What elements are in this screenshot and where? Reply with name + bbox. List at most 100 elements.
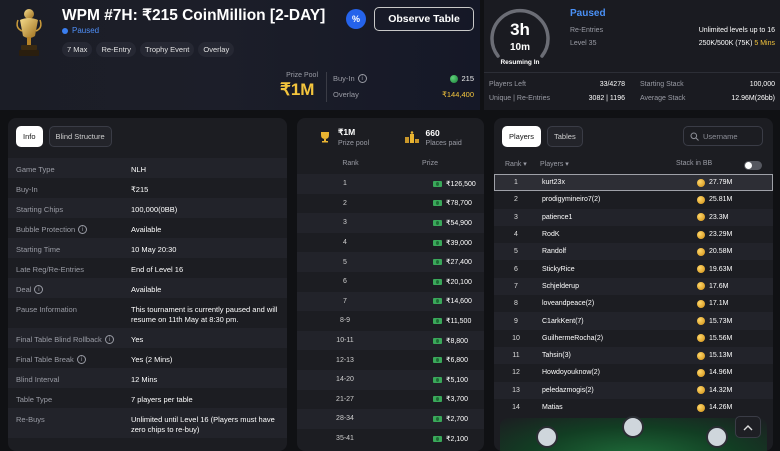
scroll-to-top-button[interactable] bbox=[735, 416, 761, 438]
player-rank: 2 bbox=[514, 196, 518, 204]
info-row: Late Reg/Re-Entries End of Level 16 bbox=[8, 258, 287, 278]
prize-amount-cell: ₹11,500 bbox=[387, 317, 478, 325]
table-row: 8-9 ₹11,500 bbox=[297, 311, 484, 331]
cash-icon bbox=[433, 357, 442, 364]
prize-panel: ₹1M Prize pool 660 Places paid Rank Priz… bbox=[297, 118, 484, 451]
table-row[interactable]: 13 peledazmogis(2) 14.32M bbox=[494, 381, 773, 399]
table-row[interactable]: 4 RodK 23.29M bbox=[494, 226, 773, 243]
table-row: 7 ₹14,600 bbox=[297, 291, 484, 312]
table-row[interactable]: 2 prodigymineiro7(2) 25.81M bbox=[494, 191, 773, 208]
divider bbox=[484, 72, 780, 73]
table-row[interactable]: 12 Howdoyouknow(2) 14.96M bbox=[494, 364, 773, 381]
table-row[interactable]: 8 loveandpeace(2) 17.1M bbox=[494, 295, 773, 312]
coin-icon bbox=[697, 247, 705, 256]
coin-icon bbox=[697, 317, 705, 326]
avatar bbox=[536, 426, 558, 448]
places-paid-summary: 660 Places paid bbox=[391, 118, 484, 156]
table-row[interactable]: 1 kurt23x 27.79M bbox=[494, 174, 773, 192]
overlay-value: ₹144,400 bbox=[442, 90, 474, 99]
player-stack: 14.32M bbox=[709, 386, 733, 394]
info-icon[interactable]: i bbox=[76, 355, 86, 364]
cash-icon bbox=[433, 259, 442, 266]
places-paid-count: 660 bbox=[425, 127, 440, 138]
info-value: Available bbox=[131, 225, 162, 234]
player-stack: 27.79M bbox=[709, 179, 733, 187]
info-key-label: Bubble Protection bbox=[16, 225, 76, 234]
info-row: Re-Buys Unlimited until Level 16 (Players… bbox=[8, 408, 287, 438]
table-row: 12-13 ₹6,800 bbox=[297, 350, 484, 370]
prize-amount: ₹2,700 bbox=[446, 415, 468, 423]
player-rank: 7 bbox=[514, 282, 518, 290]
tab-blind-structure[interactable]: Blind Structure bbox=[48, 126, 112, 147]
player-name: Schjelderup bbox=[542, 282, 579, 290]
table-preview[interactable] bbox=[500, 416, 767, 451]
player-stack-cell: 23.3M bbox=[697, 213, 767, 222]
prize-amount-cell: ₹6,800 bbox=[387, 356, 478, 364]
player-name: loveandpeace(2) bbox=[542, 300, 595, 308]
info-value: 10 May 20:30 bbox=[131, 245, 177, 254]
table-row: 10-11 ₹8,800 bbox=[297, 330, 484, 351]
cash-icon bbox=[433, 317, 442, 324]
col-rank-sortable[interactable]: Rank ▾ bbox=[505, 160, 527, 168]
unique-reentries-label: Unique | Re-Entries bbox=[489, 95, 550, 102]
trophy-icon bbox=[321, 132, 329, 143]
info-row: Buy-In ₹215 bbox=[8, 178, 287, 198]
prize-amount: ₹39,000 bbox=[446, 239, 472, 247]
info-key-label: Late Reg/Re-Entries bbox=[16, 265, 84, 274]
prize-rank: 7 bbox=[343, 297, 347, 305]
table-row: 2 ₹78,700 bbox=[297, 194, 484, 214]
starting-stack-label: Starting Stack bbox=[640, 81, 684, 88]
discount-badge-icon[interactable]: % bbox=[346, 9, 366, 29]
table-row: 35-41 ₹2,100 bbox=[297, 429, 484, 449]
info-row: Bubble Protection i Available bbox=[8, 218, 287, 238]
prize-amount: ₹27,400 bbox=[446, 259, 472, 267]
tab-info[interactable]: Info bbox=[16, 126, 43, 147]
prize-amount: ₹14,600 bbox=[446, 298, 472, 306]
table-row[interactable]: 5 Randolf 20.58M bbox=[494, 243, 773, 261]
info-row: Pause Information This tournament is curr… bbox=[8, 298, 287, 328]
status-text: Paused bbox=[72, 26, 100, 35]
info-key-label: Final Table Blind Rollback bbox=[16, 335, 102, 344]
table-row[interactable]: 7 Schjelderup 17.6M bbox=[494, 277, 773, 296]
player-stack-cell: 27.79M bbox=[697, 178, 767, 187]
info-icon[interactable]: i bbox=[34, 285, 44, 294]
observe-table-button[interactable]: Observe Table bbox=[374, 7, 474, 31]
player-rank: 1 bbox=[514, 179, 518, 187]
player-stack: 15.13M bbox=[709, 352, 733, 360]
table-row[interactable]: 11 Tahsin(3) 15.13M bbox=[494, 346, 773, 365]
tab-players[interactable]: Players bbox=[502, 126, 542, 147]
info-key-label: Deal bbox=[16, 285, 32, 294]
table-row[interactable]: 9 C1arkKent(7) 15.73M bbox=[494, 312, 773, 330]
table-row: 6 ₹20,100 bbox=[297, 272, 484, 292]
col-rank-label: Rank bbox=[505, 161, 522, 168]
reentries-value: Unlimited levels up to 16 bbox=[698, 27, 775, 34]
tag-reentry: Re-Entry bbox=[96, 42, 137, 57]
info-icon[interactable]: i bbox=[104, 335, 114, 344]
prize-rank: 35-41 bbox=[336, 435, 354, 443]
prize-amount: ₹78,700 bbox=[446, 200, 472, 208]
col-players-sortable[interactable]: Players ▾ bbox=[540, 160, 569, 168]
prize-table: 1 ₹126,500 2 ₹78,700 3 ₹54,900 4 ₹39,000 5 ₹27,40… bbox=[297, 174, 484, 448]
info-key: Pause Information bbox=[16, 298, 131, 314]
prize-pool-value: ₹1M bbox=[280, 80, 315, 99]
info-key: Table Type bbox=[16, 388, 131, 404]
cash-icon bbox=[433, 435, 442, 442]
coin-icon bbox=[697, 403, 705, 412]
info-value: End of Level 16 bbox=[131, 265, 184, 274]
table-row[interactable]: 3 patience1 23.3M bbox=[494, 208, 773, 226]
info-row: Deal i Available bbox=[8, 278, 287, 298]
info-value: 100,000(0BB) bbox=[131, 205, 178, 214]
table-row[interactable]: 14 Matias 14.26M bbox=[494, 399, 773, 416]
table-row[interactable]: 10 GuilhermeRocha(2) 15.56M bbox=[494, 330, 773, 347]
tab-tables[interactable]: Tables bbox=[547, 126, 583, 147]
buyin-value: 215 bbox=[440, 74, 474, 83]
player-stack: 15.73M bbox=[709, 317, 733, 325]
info-icon[interactable]: i bbox=[78, 225, 88, 234]
search-input[interactable]: Username bbox=[683, 126, 763, 146]
col-prize: Prize bbox=[422, 160, 438, 167]
coin-icon bbox=[697, 282, 705, 291]
info-icon[interactable]: i bbox=[357, 74, 367, 83]
table-row[interactable]: 6 StickyRice 19.63M bbox=[494, 260, 773, 277]
tournament-title: WPM #7H: ₹215 CoinMillion [2-DAY] bbox=[62, 7, 326, 24]
stack-bb-toggle[interactable] bbox=[744, 161, 762, 170]
